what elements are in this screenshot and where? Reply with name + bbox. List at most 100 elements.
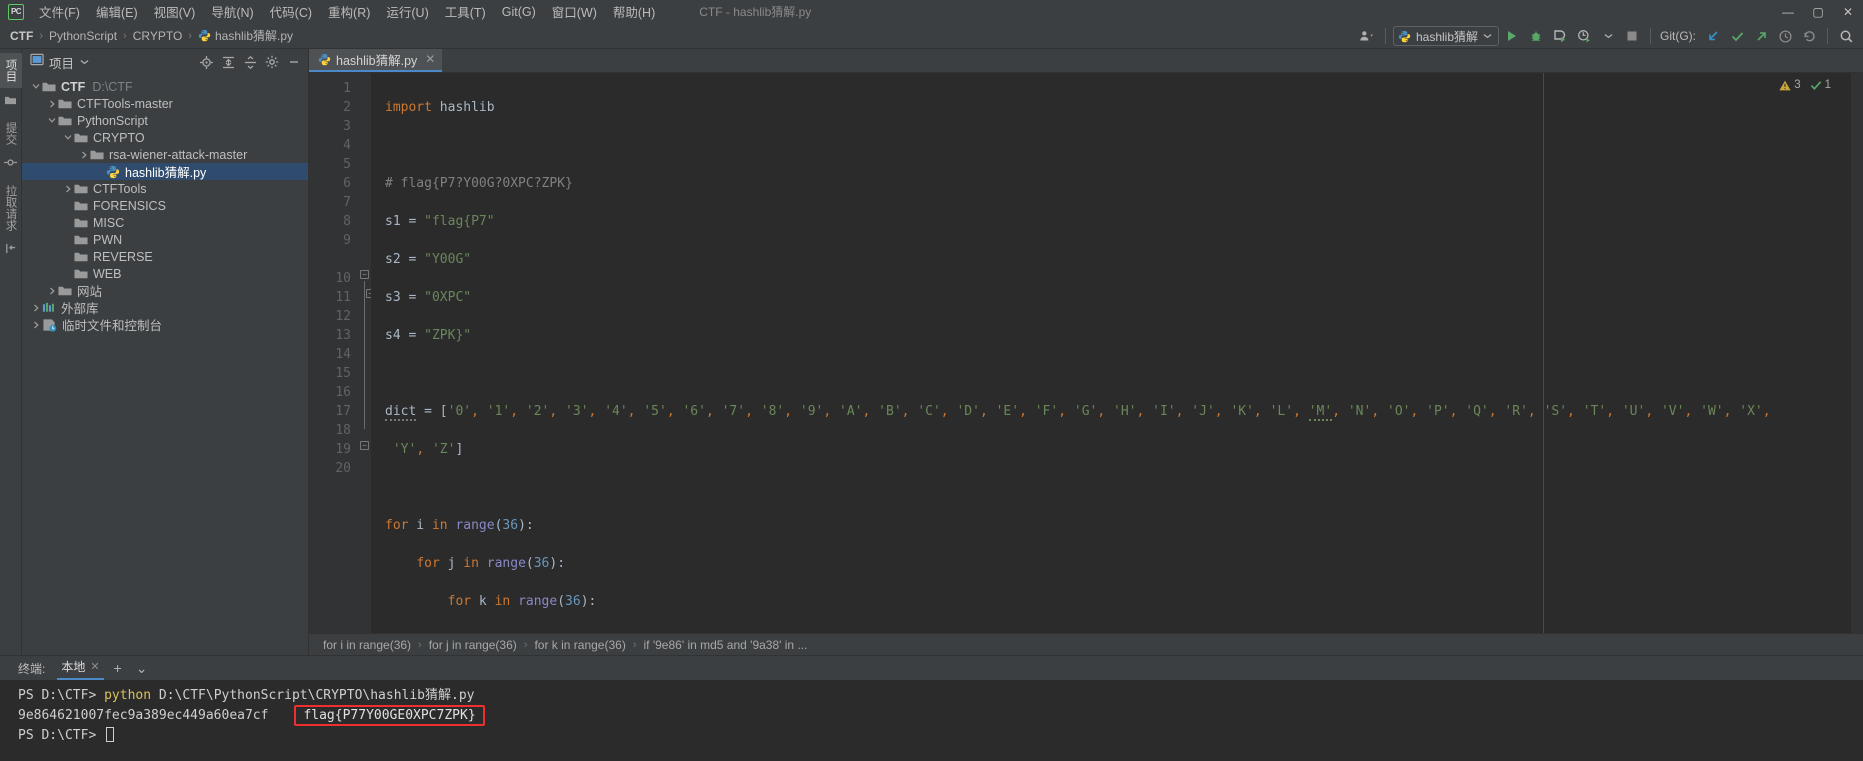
history-icon[interactable]: [1774, 25, 1796, 47]
sidebar-item-pull-requests[interactable]: 拉取请求: [0, 179, 22, 237]
python-config-icon: [1398, 30, 1411, 42]
select-opened-file-icon[interactable]: [196, 52, 216, 72]
tree-item-reverse[interactable]: REVERSE: [22, 248, 308, 265]
tree-item-[interactable]: 临时文件和控制台: [22, 316, 308, 333]
hide-panel-icon[interactable]: [284, 52, 304, 72]
stop-icon[interactable]: [1621, 25, 1643, 47]
run-icon[interactable]: [1501, 25, 1523, 47]
run-configuration-selector[interactable]: hashlib猜解: [1392, 26, 1499, 46]
folder-icon: [90, 149, 104, 161]
minimize-button[interactable]: —: [1773, 0, 1803, 23]
tree-item-crypto[interactable]: CRYPTO: [22, 129, 308, 146]
settings-gear-icon[interactable]: [262, 52, 282, 72]
folder-icon: [58, 98, 72, 110]
profile-icon[interactable]: [1573, 25, 1595, 47]
chevron-right-icon[interactable]: [30, 304, 42, 312]
menu-item-tools[interactable]: 工具(T): [437, 0, 494, 24]
expand-all-icon[interactable]: [218, 52, 238, 72]
git-update-icon[interactable]: [1702, 25, 1724, 47]
folder-icon: [74, 217, 88, 229]
breadcrumb-item-pythonscript[interactable]: PythonScript: [46, 28, 120, 44]
sidebar-item-commit[interactable]: 提交: [0, 116, 22, 151]
code-line-7: s4 = "ZPK}": [385, 328, 472, 343]
menu-item-help[interactable]: 帮助(H): [605, 0, 663, 24]
tree-item-ctftools-master[interactable]: CTFTools-master: [22, 95, 308, 112]
close-icon[interactable]: ✕: [90, 660, 99, 673]
menu-item-view[interactable]: 视图(V): [146, 0, 204, 24]
menu-item-git[interactable]: Git(G): [494, 2, 544, 22]
menu-item-window[interactable]: 窗口(W): [544, 0, 605, 24]
chevron-right-icon[interactable]: [30, 321, 42, 329]
warning-count[interactable]: 3: [1779, 79, 1801, 91]
code-line-14: src = s1 + dict[i] + s2 + dict[j] + s3 +…: [385, 630, 1851, 633]
chevron-down-icon[interactable]: [30, 83, 42, 90]
breadcrumb-item-file[interactable]: hashlib猜解.py: [195, 26, 296, 45]
code-editor[interactable]: 3 1 import hashlib # flag{P7?Y00G?0XPC?Z…: [371, 73, 1851, 633]
tree-item-web[interactable]: WEB: [22, 265, 308, 282]
chevron-down-icon[interactable]: [46, 117, 58, 124]
tree-item-pwn[interactable]: PWN: [22, 231, 308, 248]
sidebar-item-project[interactable]: 项目: [0, 53, 22, 88]
code-crumb-for-j[interactable]: for j in range(36): [427, 638, 519, 652]
run-with-coverage-icon[interactable]: [1549, 25, 1571, 47]
code-folding-column[interactable]: − − − −: [359, 73, 381, 633]
tree-item-forensics[interactable]: FORENSICS: [22, 197, 308, 214]
menu-item-refactor[interactable]: 重构(R): [320, 0, 378, 24]
tree-item-pythonscript[interactable]: PythonScript: [22, 112, 308, 129]
code-crumb-for-k[interactable]: for k in range(36): [532, 638, 627, 652]
fold-marker-line20[interactable]: −: [360, 441, 369, 450]
user-avatar-icon[interactable]: [1356, 25, 1378, 47]
terminal-options-icon[interactable]: ⌄: [132, 658, 152, 678]
chevron-right-icon[interactable]: [78, 151, 90, 159]
new-terminal-button[interactable]: +: [108, 658, 128, 678]
collapse-all-icon[interactable]: [240, 52, 260, 72]
git-push-icon[interactable]: [1750, 25, 1772, 47]
tree-item-hashlib-py[interactable]: hashlib猜解.py: [22, 163, 308, 180]
tree-item-[interactable]: 网站: [22, 282, 308, 299]
inspection-status-widget[interactable]: 3 1: [1779, 79, 1831, 91]
chevron-right-icon[interactable]: [62, 185, 74, 193]
breadcrumb-item-ctf[interactable]: CTF: [7, 28, 36, 44]
search-everywhere-icon[interactable]: [1835, 25, 1857, 47]
chevron-down-icon[interactable]: [62, 134, 74, 141]
check-count[interactable]: 1: [1810, 79, 1831, 91]
chevron-right-icon[interactable]: [46, 287, 58, 295]
fold-line-11: [364, 281, 365, 429]
menu-item-file[interactable]: 文件(F): [31, 0, 88, 24]
terminal-tab-local[interactable]: 本地 ✕: [57, 656, 104, 680]
menu-item-edit[interactable]: 编辑(E): [88, 0, 146, 24]
code-line-6: s3 = "0XPC": [385, 290, 472, 305]
close-button[interactable]: ✕: [1833, 0, 1863, 23]
tree-item-ctftools[interactable]: CTFTools: [22, 180, 308, 197]
tree-item-[interactable]: 外部库: [22, 299, 308, 316]
pull-request-icon: [4, 237, 17, 265]
git-commit-icon[interactable]: [1726, 25, 1748, 47]
chevron-right-icon[interactable]: [46, 100, 58, 108]
folder-icon: [42, 81, 56, 93]
code-crumb-for-i[interactable]: for i in range(36): [321, 638, 413, 652]
tree-item-misc[interactable]: MISC: [22, 214, 308, 231]
rollback-icon[interactable]: [1798, 25, 1820, 47]
code-content[interactable]: import hashlib # flag{P7?Y00G?0XPC?ZPK} …: [371, 79, 1851, 633]
tree-item-ctf[interactable]: CTF D:\CTF: [22, 78, 308, 95]
debug-icon[interactable]: [1525, 25, 1547, 47]
maximize-button[interactable]: ▢: [1803, 0, 1833, 23]
tree-item-rsa-wiener-attack-master[interactable]: rsa-wiener-attack-master: [22, 146, 308, 163]
tree-item-label: 临时文件和控制台: [62, 319, 163, 333]
profile-dropdown-icon[interactable]: [1597, 25, 1619, 47]
project-tree[interactable]: CTF D:\CTF CTFTools-master PythonScript CRYP…: [22, 75, 308, 655]
menu-item-code[interactable]: 代码(C): [262, 0, 320, 24]
folder-icon: [74, 268, 88, 280]
code-line-11: for i in range(36):: [385, 518, 534, 533]
breadcrumb-item-crypto[interactable]: CRYPTO: [130, 28, 186, 44]
editor-scrollbar[interactable]: [1851, 73, 1863, 633]
close-icon[interactable]: ✕: [425, 52, 435, 66]
menu-item-run[interactable]: 运行(U): [378, 0, 436, 24]
external-library-icon: [42, 301, 56, 314]
menu-item-navigate[interactable]: 导航(N): [203, 0, 261, 24]
project-view-dropdown-icon[interactable]: [74, 52, 94, 72]
fold-marker-line11[interactable]: −: [360, 270, 369, 279]
code-crumb-if[interactable]: if '9e86' in md5 and '9a38' in ...: [642, 638, 810, 652]
terminal-output[interactable]: PS D:\CTF> python D:\CTF\PythonScript\CR…: [0, 680, 1863, 761]
editor-tab-hashlib[interactable]: hashlib猜解.py ✕: [309, 48, 443, 72]
